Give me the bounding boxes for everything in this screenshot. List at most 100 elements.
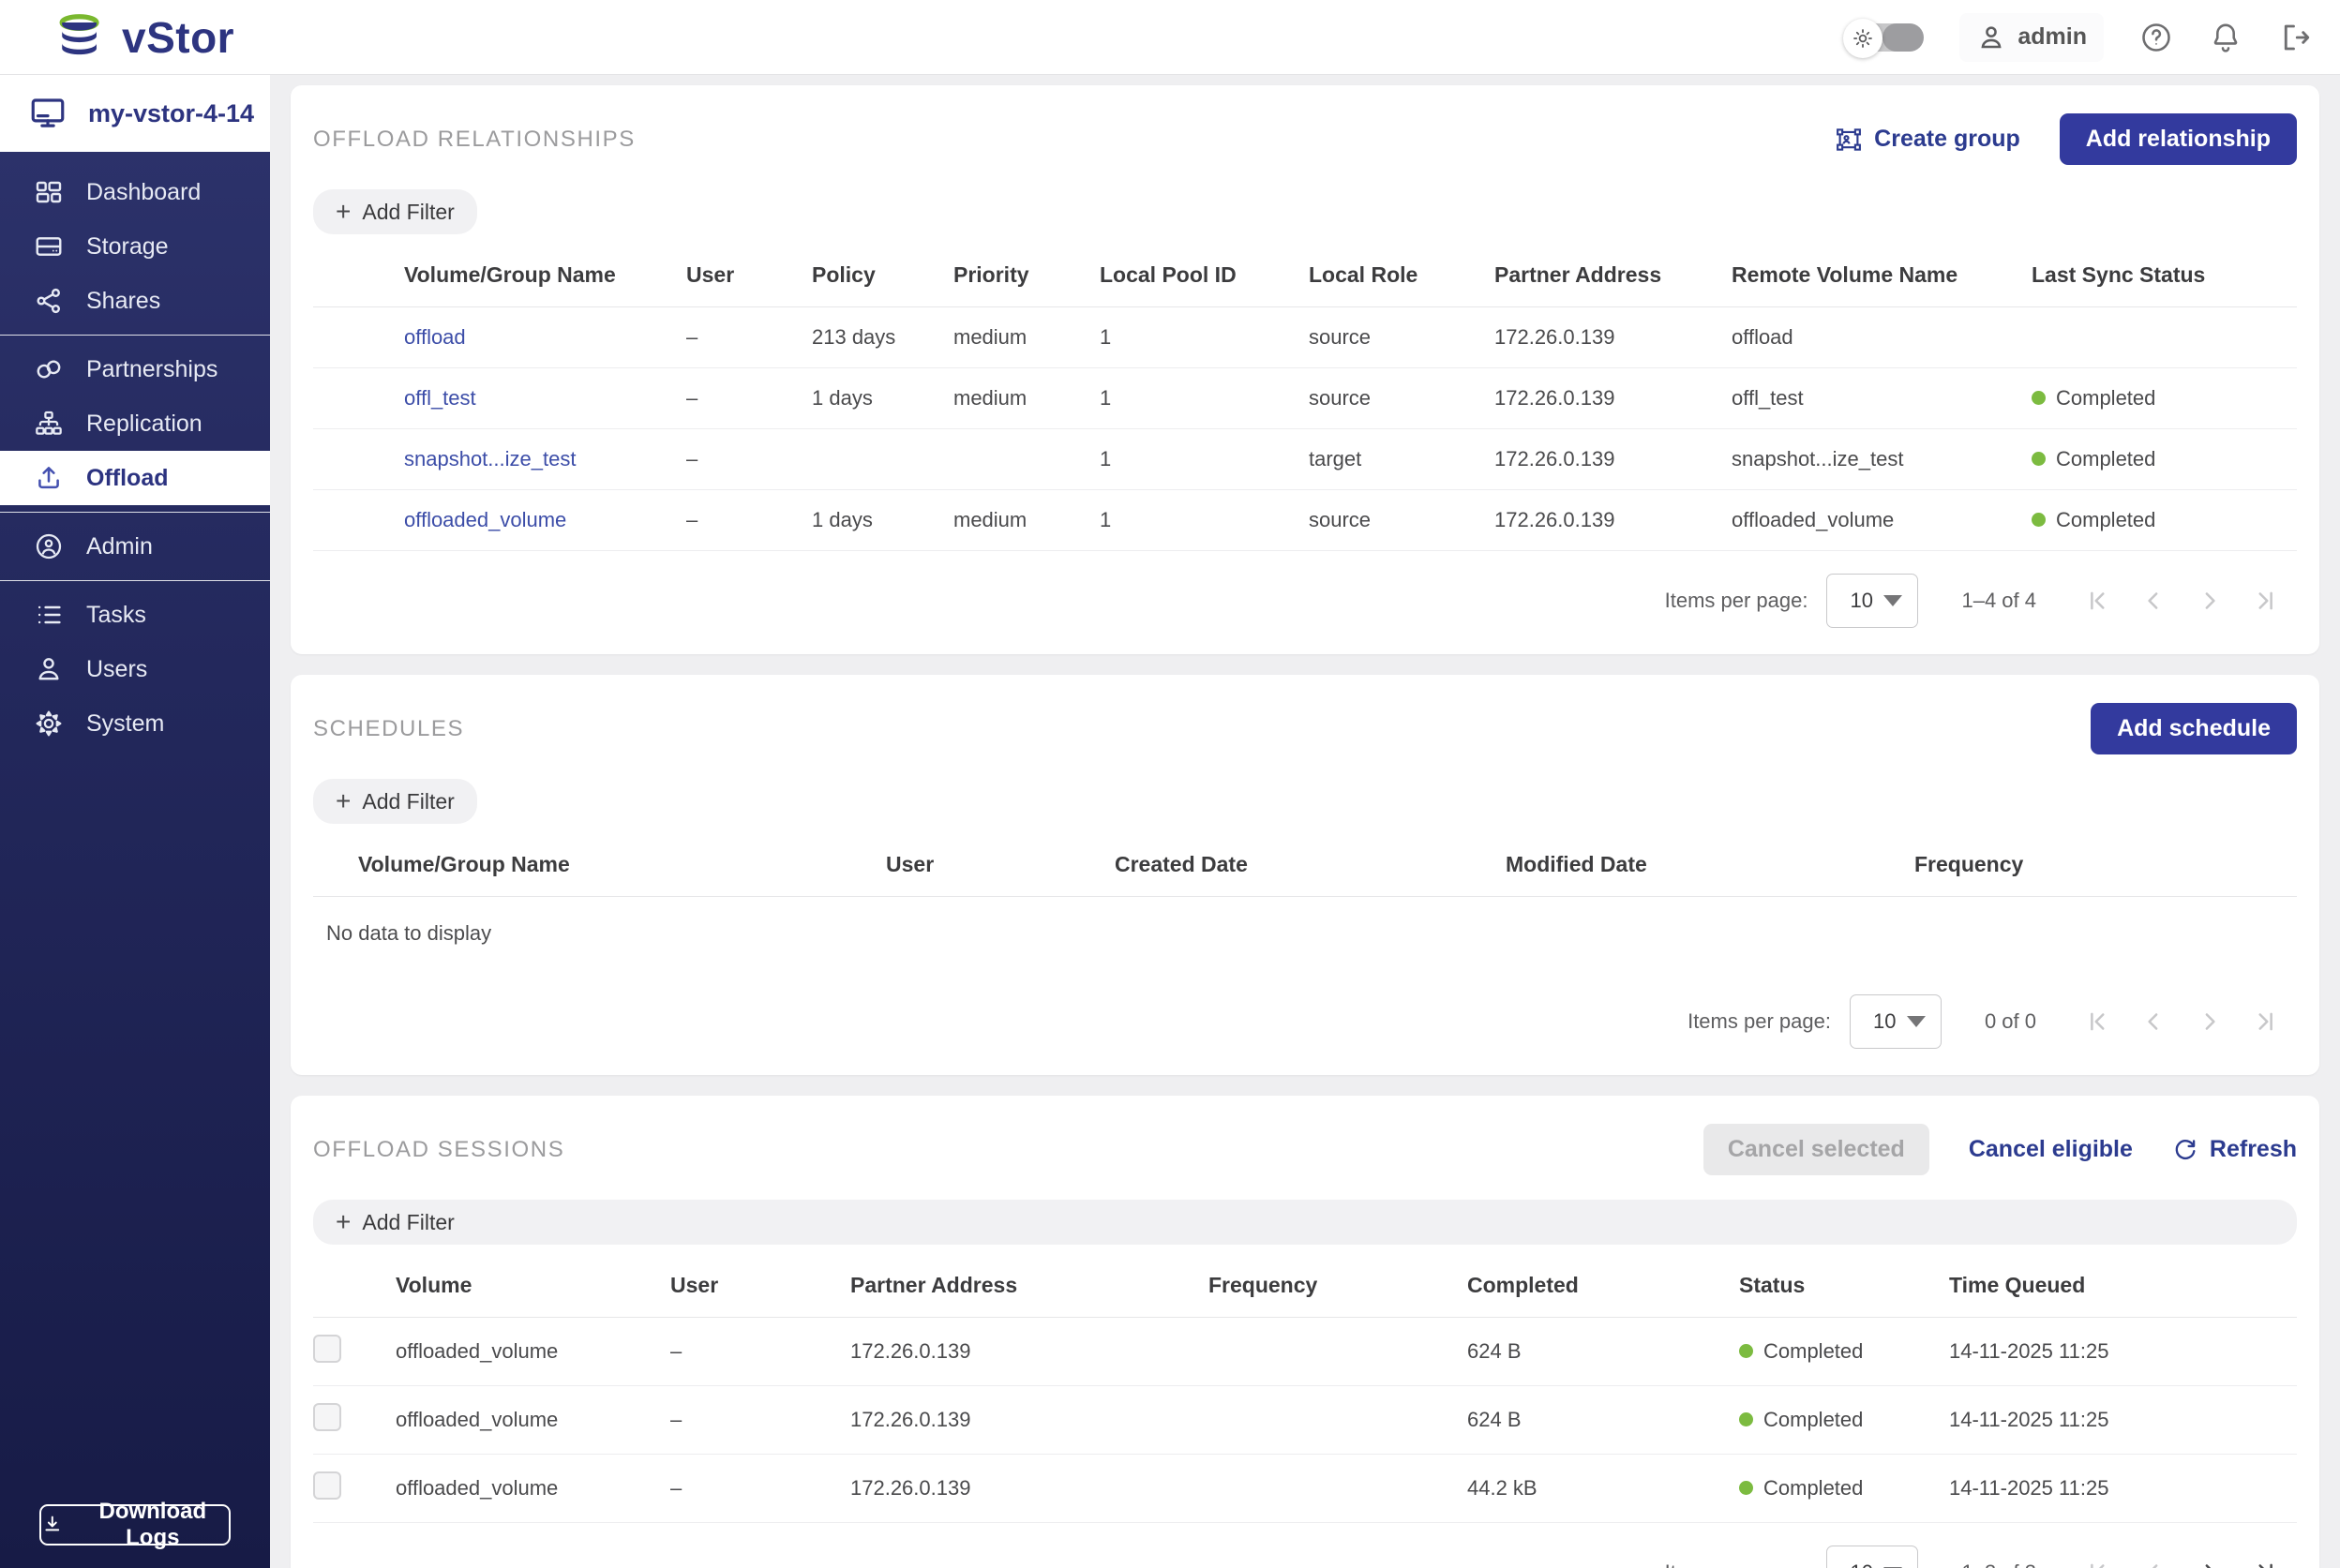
sidebar-item-tasks[interactable]: Tasks — [0, 588, 270, 642]
sessions-add-filter-button[interactable]: + Add Filter — [313, 1200, 2297, 1245]
sidebar-item-label: Storage — [86, 233, 169, 261]
column-header: Volume/Group Name — [313, 833, 886, 897]
refresh-icon — [2172, 1137, 2198, 1163]
refresh-button[interactable]: Refresh — [2172, 1136, 2297, 1163]
last-page-icon[interactable] — [2252, 1559, 2280, 1568]
column-header: Policy — [812, 244, 953, 307]
next-page-icon[interactable] — [2196, 1559, 2224, 1568]
download-logs-button[interactable]: Download Logs — [39, 1504, 231, 1546]
chevron-down-icon — [1883, 595, 1902, 606]
items-per-page-select[interactable]: 10 — [1826, 574, 1918, 628]
table-row: offloaded_volume – 1 days medium 1 sourc… — [313, 490, 2297, 551]
volume-link[interactable]: offload — [404, 325, 466, 349]
sidebar-item-shares[interactable]: Shares — [0, 274, 270, 328]
column-header: Partner Address — [850, 1254, 1208, 1318]
sun-icon — [1843, 19, 1882, 58]
notifications-bell-icon[interactable] — [2209, 21, 2242, 54]
column-header: Priority — [953, 244, 1100, 307]
table-row: offl_test – 1 days medium 1 source 172.2… — [313, 368, 2297, 429]
add-schedule-button[interactable]: Add schedule — [2091, 703, 2297, 754]
sidebar-item-system[interactable]: System — [0, 696, 270, 751]
last-page-icon[interactable] — [2252, 1008, 2280, 1036]
admin-icon — [34, 531, 64, 561]
cancel-selected-button[interactable]: Cancel selected — [1703, 1124, 1929, 1175]
help-icon[interactable] — [2139, 21, 2173, 54]
sidebar-divider — [0, 512, 270, 513]
row-checkbox[interactable] — [313, 1403, 341, 1431]
volume-link[interactable]: offloaded_volume — [404, 508, 566, 531]
column-header: Modified Date — [1506, 833, 1914, 897]
column-header: User — [670, 1254, 850, 1318]
volume-link[interactable]: snapshot...ize_test — [404, 447, 576, 470]
offload-upload-icon — [34, 463, 64, 493]
column-header: Remote Volume Name — [1732, 244, 2032, 307]
status-badge: Completed — [2032, 386, 2155, 411]
topbar: vStor admin — [0, 0, 2340, 75]
volume-link[interactable]: offl_test — [404, 386, 476, 410]
sidebar-item-users[interactable]: Users — [0, 642, 270, 696]
prev-page-icon[interactable] — [2139, 1008, 2168, 1036]
column-header: Local Pool ID — [1100, 244, 1309, 307]
main-content: OFFLOAD RELATIONSHIPS Create group — [270, 75, 2340, 1568]
theme-toggle[interactable] — [1843, 19, 1924, 56]
dashboard-icon — [34, 177, 64, 207]
status-dot-icon — [1739, 1412, 1753, 1426]
schedules-add-filter-button[interactable]: + Add Filter — [313, 779, 477, 824]
add-relationship-button[interactable]: Add relationship — [2060, 113, 2297, 165]
sidebar-item-offload[interactable]: Offload — [0, 451, 270, 505]
sidebar-item-storage[interactable]: Storage — [0, 219, 270, 274]
row-checkbox[interactable] — [313, 1471, 341, 1500]
logout-icon[interactable] — [2278, 21, 2312, 54]
group-icon — [1835, 126, 1863, 154]
row-checkbox[interactable] — [313, 1335, 341, 1363]
status-dot-icon — [1739, 1344, 1753, 1358]
column-header: Partner Address — [1494, 244, 1732, 307]
chevron-down-icon — [1907, 1016, 1926, 1027]
column-header: Created Date — [1115, 833, 1506, 897]
relationships-add-filter-button[interactable]: + Add Filter — [313, 189, 477, 234]
table-header-row: Volume User Partner Address Frequency Co… — [313, 1254, 2297, 1318]
table-row: offload – 213 days medium 1 source 172.2… — [313, 307, 2297, 368]
user-icon — [1976, 22, 2006, 52]
last-page-icon[interactable] — [2252, 587, 2280, 615]
user-menu[interactable]: admin — [1959, 13, 2104, 62]
prev-page-icon[interactable] — [2139, 587, 2168, 615]
first-page-icon[interactable] — [2083, 1008, 2111, 1036]
server-selector[interactable]: my-vstor-4-14 — [0, 75, 270, 152]
system-gear-icon — [34, 709, 64, 739]
schedules-title: SCHEDULES — [313, 716, 464, 742]
sidebar-item-label: Shares — [86, 288, 160, 315]
column-header: Status — [1739, 1254, 1949, 1318]
column-header: User — [686, 244, 812, 307]
table-header-row: Volume/Group Name User Policy Priority L… — [313, 244, 2297, 307]
sidebar-item-partnerships[interactable]: Partnerships — [0, 342, 270, 396]
sessions-title: OFFLOAD SESSIONS — [313, 1137, 564, 1163]
sidebar: my-vstor-4-14 Dashboard Storage — [0, 75, 270, 1568]
status-badge: Completed — [1739, 1408, 1863, 1432]
status-badge: Completed — [2032, 508, 2155, 532]
table-row: offloaded_volume – 172.26.0.139 624 B Co… — [313, 1386, 2297, 1455]
sidebar-item-dashboard[interactable]: Dashboard — [0, 165, 270, 219]
empty-state-text: No data to display — [313, 897, 2297, 972]
sidebar-item-admin[interactable]: Admin — [0, 519, 270, 574]
sidebar-item-label: Tasks — [86, 602, 146, 629]
first-page-icon[interactable] — [2083, 1559, 2111, 1568]
next-page-icon[interactable] — [2196, 1008, 2224, 1036]
sidebar-nav: Dashboard Storage Shares — [0, 152, 270, 751]
next-page-icon[interactable] — [2196, 587, 2224, 615]
plus-icon: + — [336, 199, 351, 225]
first-page-icon[interactable] — [2083, 587, 2111, 615]
sidebar-item-replication[interactable]: Replication — [0, 396, 270, 451]
schedules-card: SCHEDULES Add schedule + Add Filter Volu… — [291, 675, 2319, 1075]
cancel-eligible-button[interactable]: Cancel eligible — [1969, 1136, 2133, 1163]
sidebar-divider — [0, 335, 270, 336]
items-per-page-select[interactable]: 10 — [1850, 994, 1942, 1049]
create-group-button[interactable]: Create group — [1835, 126, 2020, 154]
items-per-page-select[interactable]: 10 — [1826, 1546, 1918, 1568]
column-header: Local Role — [1309, 244, 1494, 307]
sidebar-item-label: Partnerships — [86, 356, 218, 383]
prev-page-icon[interactable] — [2139, 1559, 2168, 1568]
offload-sessions-card: OFFLOAD SESSIONS Cancel selected Cancel … — [291, 1096, 2319, 1568]
schedules-pagination: Items per page: 10 0 of 0 — [313, 972, 2297, 1075]
status-dot-icon — [2032, 391, 2046, 405]
